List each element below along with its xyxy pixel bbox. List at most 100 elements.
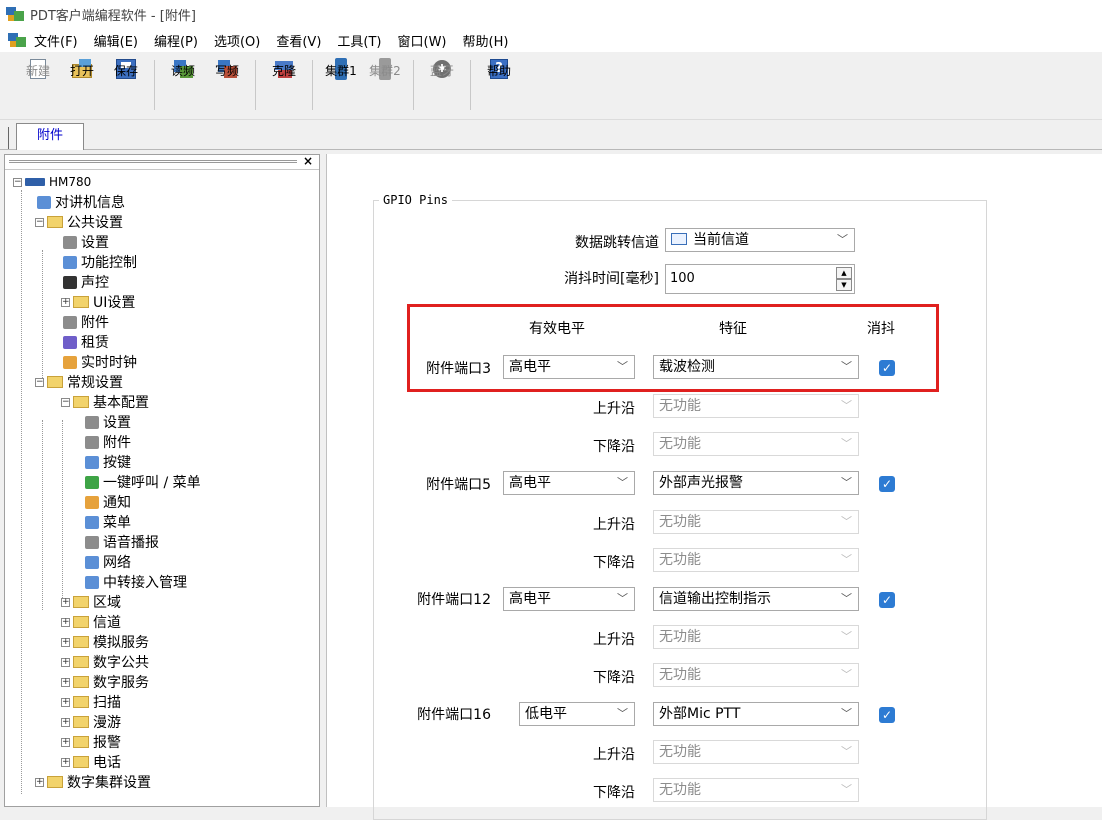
- tree-node-roaming[interactable]: + 漫游: [61, 712, 121, 732]
- expand-icon[interactable]: +: [61, 657, 70, 667]
- menu-window[interactable]: 窗口(W): [398, 31, 447, 50]
- tree-node-basic-config[interactable]: − 基本配置: [61, 392, 149, 412]
- port12-falling-select[interactable]: 无功能 ﹀: [653, 663, 859, 687]
- port3-debounce-checkbox[interactable]: ✓: [879, 360, 895, 376]
- menu-file[interactable]: 文件(F): [34, 31, 78, 50]
- bluetooth-button[interactable]: ✱ 蓝牙: [420, 58, 464, 78]
- cluster2-button[interactable]: 集群2: [363, 58, 407, 80]
- tree-node-channel[interactable]: + 信道: [61, 612, 121, 632]
- expand-icon[interactable]: +: [61, 677, 70, 687]
- tree-node-radio-info[interactable]: 对讲机信息: [37, 192, 125, 212]
- tree-node-voice-control[interactable]: 声控: [63, 272, 109, 292]
- port16-feature-select[interactable]: 外部Mic PTT ﹀: [653, 702, 859, 726]
- tree-node-function-control[interactable]: 功能控制: [63, 252, 137, 272]
- expand-icon[interactable]: +: [61, 597, 70, 607]
- data-jump-channel-select[interactable]: 当前信道 ﹀: [665, 228, 855, 252]
- panel-grip[interactable]: [9, 160, 297, 163]
- port16-rising-select[interactable]: 无功能 ﹀: [653, 740, 859, 764]
- port-label: 附件端口12: [417, 592, 491, 608]
- tree-node-rental[interactable]: 租赁: [63, 332, 109, 352]
- write-button[interactable]: 写频: [205, 58, 249, 80]
- port12-feature-select[interactable]: 信道输出控制指示 ﹀: [653, 587, 859, 611]
- menu-tools[interactable]: 工具(T): [337, 31, 381, 50]
- port16-falling-select[interactable]: 无功能 ﹀: [653, 778, 859, 802]
- port3-falling-select[interactable]: 无功能 ﹀: [653, 432, 859, 456]
- port5-feature-select[interactable]: 外部声光报警 ﹀: [653, 471, 859, 495]
- tree-node-basic-settings[interactable]: 设置: [85, 412, 131, 432]
- tree-node-analog-service[interactable]: + 模拟服务: [61, 632, 149, 652]
- tree-node-voice-broadcast[interactable]: 语音播报: [85, 532, 159, 552]
- save-button[interactable]: 保存: [104, 58, 148, 79]
- tree-node-network[interactable]: 网络: [85, 552, 131, 572]
- port5-rising-select[interactable]: 无功能 ﹀: [653, 510, 859, 534]
- menu-view[interactable]: 查看(V): [276, 31, 321, 50]
- collapse-icon[interactable]: −: [35, 377, 44, 387]
- spin-up-icon[interactable]: ▲: [836, 267, 852, 279]
- tab-attachment[interactable]: 附件: [16, 123, 84, 150]
- tree-node-digital-service[interactable]: + 数字服务: [61, 672, 149, 692]
- info-icon: [37, 195, 51, 209]
- tree-node-digital-trunking[interactable]: + 数字集群设置: [35, 772, 151, 792]
- read-button[interactable]: 读频: [161, 58, 205, 80]
- menu-program[interactable]: 编程(P): [154, 31, 198, 50]
- tree-node-basic-attachment[interactable]: 附件: [85, 432, 131, 452]
- menu-edit[interactable]: 编辑(E): [94, 31, 138, 50]
- tree-node-one-touch-call[interactable]: 一键呼叫 / 菜单: [85, 472, 201, 492]
- toolbar-separator: [154, 60, 155, 110]
- port16-level-select[interactable]: 低电平 ﹀: [519, 702, 635, 726]
- expand-icon[interactable]: +: [61, 737, 70, 747]
- expand-icon[interactable]: +: [61, 757, 70, 767]
- tree-node-keys[interactable]: 按键: [85, 452, 131, 472]
- cluster1-button[interactable]: 集群1: [319, 58, 363, 80]
- spin-down-icon[interactable]: ▼: [836, 279, 852, 291]
- port12-debounce-checkbox[interactable]: ✓: [879, 592, 895, 608]
- port3-level-select[interactable]: 高电平 ﹀: [503, 355, 635, 379]
- collapse-icon[interactable]: −: [13, 177, 22, 187]
- port3-rising-select[interactable]: 无功能 ﹀: [653, 394, 859, 418]
- expand-icon[interactable]: +: [35, 777, 44, 787]
- port-label: 附件端口16: [417, 707, 491, 723]
- menu-options[interactable]: 选项(O): [214, 31, 260, 50]
- expand-icon[interactable]: +: [61, 297, 70, 307]
- tree-node-notification[interactable]: 通知: [85, 492, 131, 512]
- port12-level-select[interactable]: 高电平 ﹀: [503, 587, 635, 611]
- collapse-icon[interactable]: −: [61, 397, 70, 407]
- expand-icon[interactable]: +: [61, 697, 70, 707]
- expand-icon[interactable]: +: [61, 717, 70, 727]
- tree-node-ui-settings[interactable]: + UI设置: [61, 292, 135, 312]
- tree-node-alarm[interactable]: + 报警: [61, 732, 121, 752]
- spin-buttons[interactable]: ▲ ▼: [836, 267, 852, 291]
- folder-icon: [73, 696, 89, 708]
- expand-icon[interactable]: +: [61, 637, 70, 647]
- close-icon[interactable]: ×: [303, 155, 313, 168]
- tree-node-scan[interactable]: + 扫描: [61, 692, 121, 712]
- port3-feature-select[interactable]: 载波检测 ﹀: [653, 355, 859, 379]
- help-button[interactable]: ? 帮助: [477, 58, 521, 79]
- tree-node-realtime-clock[interactable]: 实时时钟: [63, 352, 137, 372]
- tree-node-phone[interactable]: + 电话: [61, 752, 121, 772]
- menu-help[interactable]: 帮助(H): [463, 31, 509, 50]
- tree-node-hm780[interactable]: − HM780: [13, 172, 91, 192]
- debounce-time-input[interactable]: 100 ▲ ▼: [665, 264, 855, 294]
- tree-node-settings[interactable]: 设置: [63, 232, 109, 252]
- port5-debounce-checkbox[interactable]: ✓: [879, 476, 895, 492]
- tree-node-menu[interactable]: 菜单: [85, 512, 131, 532]
- open-button[interactable]: 打开: [60, 58, 104, 80]
- chevron-down-icon: ﹀: [841, 707, 852, 720]
- port5-falling-select[interactable]: 无功能 ﹀: [653, 548, 859, 572]
- app-menu-icon[interactable]: [8, 33, 26, 47]
- collapse-icon[interactable]: −: [35, 217, 44, 227]
- tree-node-attachment[interactable]: 附件: [63, 312, 109, 332]
- new-button[interactable]: 新建: [16, 58, 60, 79]
- port12-rising-select[interactable]: 无功能 ﹀: [653, 625, 859, 649]
- tree-node-zone[interactable]: + 区域: [61, 592, 121, 612]
- tree-node-relay-access[interactable]: 中转接入管理: [85, 572, 187, 592]
- port16-debounce-checkbox[interactable]: ✓: [879, 707, 895, 723]
- tree-node-common-settings[interactable]: − 公共设置: [35, 212, 123, 232]
- title-bar: PDT客户端编程软件 - [附件]: [0, 0, 1102, 28]
- expand-icon[interactable]: +: [61, 617, 70, 627]
- clone-button[interactable]: 克隆: [262, 58, 306, 80]
- tree-node-general-settings[interactable]: − 常规设置: [35, 372, 123, 392]
- port5-level-select[interactable]: 高电平 ﹀: [503, 471, 635, 495]
- tree-node-digital-common[interactable]: + 数字公共: [61, 652, 149, 672]
